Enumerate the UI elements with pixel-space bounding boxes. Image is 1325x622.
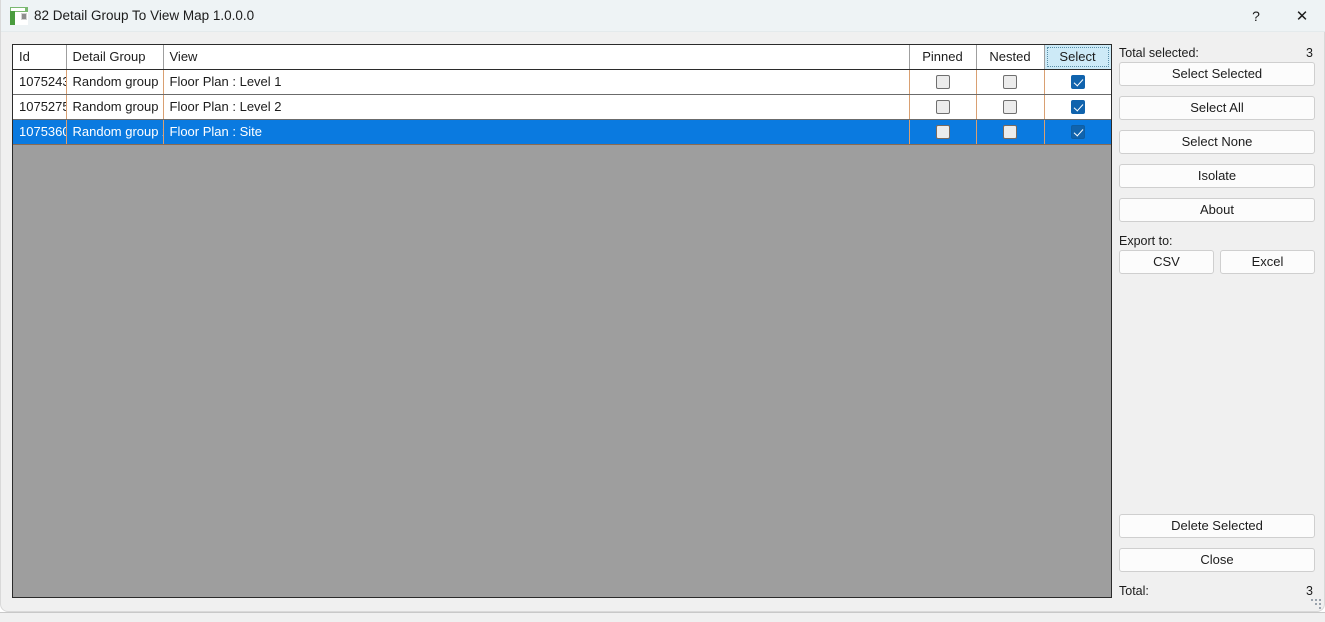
cell-group: Random group 2: [66, 119, 164, 145]
cell-nested-checkbox[interactable]: [976, 94, 1045, 120]
focus-ring: [1046, 47, 1109, 67]
background-desktop-strip: [0, 612, 1325, 622]
cell-view: Floor Plan : Site: [163, 119, 910, 145]
pinned-checkbox-icon[interactable]: [935, 100, 950, 115]
grid-empty-area: [13, 144, 1111, 594]
nested-checkbox-icon[interactable]: [1003, 100, 1017, 115]
cell-pinned-checkbox[interactable]: [909, 119, 977, 145]
app-logo-icon: [10, 7, 28, 25]
select-selected-button[interactable]: Select Selected: [1119, 62, 1315, 86]
cell-group: Random group 1: [66, 69, 164, 95]
table-row[interactable]: 1075243 Random group 1 Floor Plan : Level …: [13, 69, 1111, 95]
cell-pinned-checkbox[interactable]: [909, 69, 977, 95]
isolate-button[interactable]: Isolate: [1119, 164, 1315, 188]
side-panel: Total selected: 3 Select Selected Select…: [1119, 44, 1315, 600]
column-header-nested[interactable]: Nested: [976, 45, 1045, 70]
total-row: Total: 3: [1119, 582, 1315, 600]
grid-empty-cell: [13, 144, 1111, 594]
column-header-view[interactable]: View: [163, 45, 910, 70]
delete-selected-button[interactable]: Delete Selected: [1119, 514, 1315, 538]
select-checkbox-icon[interactable]: [1070, 100, 1085, 115]
grid-header-row: Id Detail Group View Pinned Nested Selec…: [13, 45, 1111, 70]
cell-nested-checkbox[interactable]: [976, 69, 1045, 95]
export-excel-button[interactable]: Excel: [1220, 250, 1315, 274]
select-checkbox-icon[interactable]: [1070, 75, 1085, 90]
table-row[interactable]: 1075360 Random group 2 Floor Plan : Site: [13, 119, 1111, 145]
column-header-select[interactable]: Select: [1044, 45, 1111, 70]
cell-select-checkbox[interactable]: [1044, 94, 1111, 120]
nested-checkbox-icon[interactable]: [1003, 125, 1017, 140]
about-button[interactable]: About: [1119, 198, 1315, 222]
cell-select-checkbox[interactable]: [1044, 119, 1111, 145]
app-window: 82 Detail Group To View Map 1.0.0.0 ? ✕ …: [0, 0, 1325, 612]
table-row[interactable]: 1075275 Random group 1 Floor Plan : Level …: [13, 94, 1111, 120]
resize-grip-icon[interactable]: [1308, 596, 1321, 609]
cell-nested-checkbox[interactable]: [976, 119, 1045, 145]
pinned-checkbox-icon[interactable]: [935, 75, 950, 90]
window-title: 82 Detail Group To View Map 1.0.0.0: [34, 8, 255, 23]
cell-view: Floor Plan : Level 2: [163, 94, 910, 120]
cell-pinned-checkbox[interactable]: [909, 94, 977, 120]
cell-select-checkbox[interactable]: [1044, 69, 1111, 95]
close-button[interactable]: Close: [1119, 548, 1315, 572]
column-header-detail-group[interactable]: Detail Group: [66, 45, 164, 70]
cell-id: 1075360: [13, 119, 67, 145]
help-button[interactable]: ?: [1233, 0, 1279, 32]
column-header-id[interactable]: Id: [13, 45, 67, 70]
side-panel-bottom: Delete Selected Close Total: 3: [1119, 514, 1315, 600]
export-buttons-row: CSV Excel: [1119, 250, 1315, 274]
total-selected-row: Total selected: 3: [1119, 44, 1315, 62]
cell-group: Random group 1: [66, 94, 164, 120]
cell-view: Floor Plan : Level 1: [163, 69, 910, 95]
column-header-pinned[interactable]: Pinned: [909, 45, 977, 70]
detail-group-grid[interactable]: Id Detail Group View Pinned Nested Selec…: [12, 44, 1112, 598]
total-selected-label: Total selected:: [1119, 46, 1199, 60]
grid-body[interactable]: 1075243 Random group 1 Floor Plan : Level …: [13, 69, 1111, 594]
select-all-button[interactable]: Select All: [1119, 96, 1315, 120]
total-label: Total:: [1119, 584, 1149, 598]
export-csv-button[interactable]: CSV: [1119, 250, 1214, 274]
select-checkbox-icon[interactable]: [1070, 125, 1085, 140]
select-none-button[interactable]: Select None: [1119, 130, 1315, 154]
export-to-label: Export to:: [1119, 234, 1173, 248]
close-window-button[interactable]: ✕: [1279, 0, 1325, 32]
nested-checkbox-icon[interactable]: [1003, 75, 1017, 90]
total-selected-value: 3: [1306, 46, 1313, 60]
title-bar[interactable]: 82 Detail Group To View Map 1.0.0.0 ? ✕: [1, 0, 1325, 32]
cell-id: 1075275: [13, 94, 67, 120]
cell-id: 1075243: [13, 69, 67, 95]
pinned-checkbox-icon[interactable]: [935, 125, 950, 140]
